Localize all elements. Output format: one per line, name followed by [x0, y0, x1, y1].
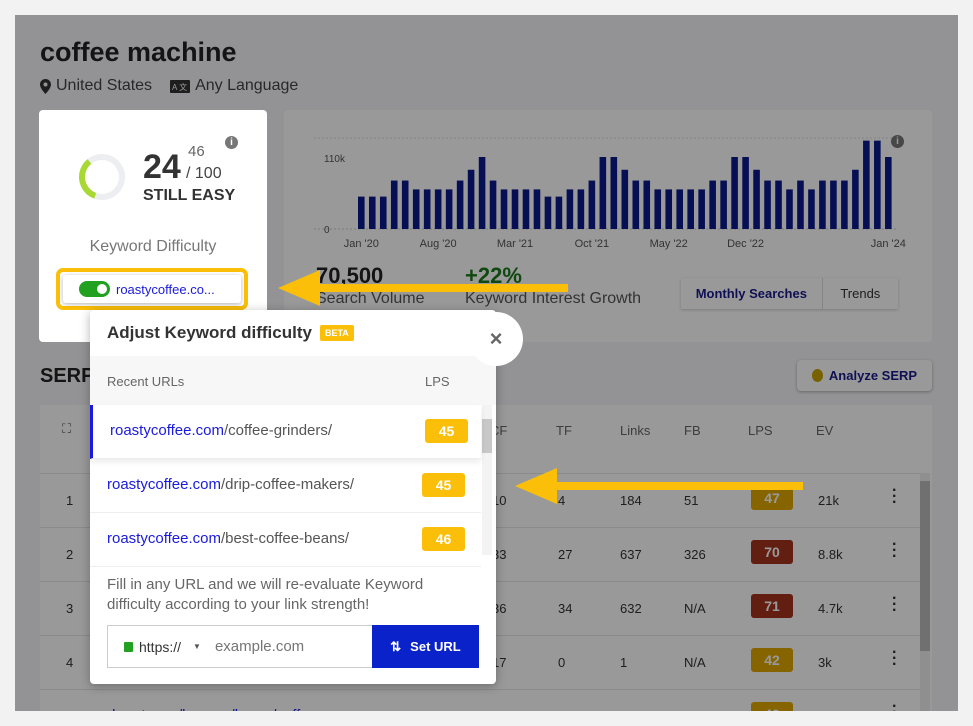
arrow-to-table [515, 468, 803, 504]
arrow-to-toggle [278, 270, 568, 306]
annotation-arrows [278, 270, 803, 504]
page: coffee machine United States A 文 Any Lang… [15, 15, 958, 711]
